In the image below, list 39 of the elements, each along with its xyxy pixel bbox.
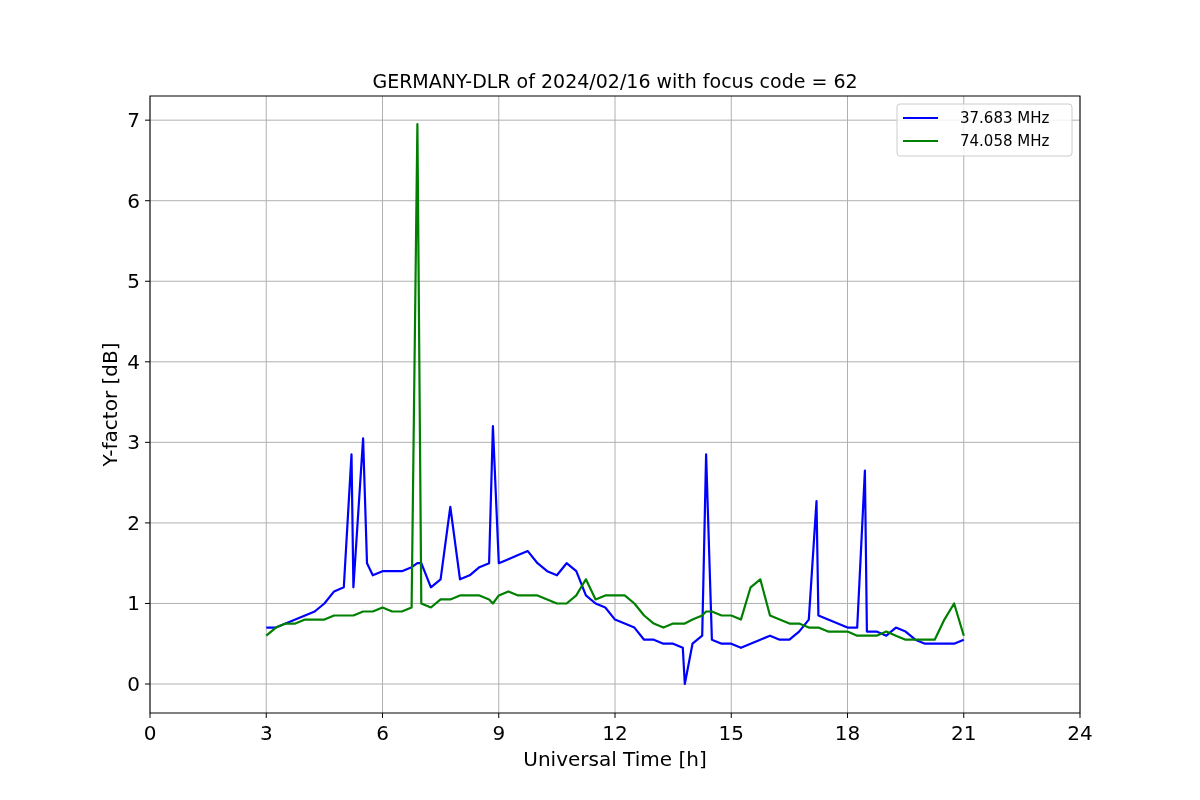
x-axis-label: Universal Time [h] xyxy=(523,747,707,771)
tick-mark xyxy=(963,712,965,719)
tick-label: 12 xyxy=(602,721,628,745)
tick-mark xyxy=(1079,712,1081,719)
tick-label: 21 xyxy=(951,721,977,745)
tick-label: 3 xyxy=(127,430,140,455)
tick-label: 15 xyxy=(718,721,744,745)
tick-mark xyxy=(149,712,151,719)
tick-label: 7 xyxy=(127,108,140,133)
tick-mark xyxy=(144,602,151,604)
tick-label: 2 xyxy=(127,510,140,535)
tick-label: 6 xyxy=(127,188,140,213)
tick-label: 18 xyxy=(834,721,861,745)
tick-label: 6 xyxy=(376,721,389,745)
tick-mark xyxy=(382,712,383,719)
tick-mark xyxy=(265,712,267,719)
tick-mark xyxy=(144,522,151,524)
tick-mark xyxy=(847,712,848,719)
tick-label: 5 xyxy=(127,269,140,294)
tick-mark xyxy=(144,361,151,363)
tick-mark xyxy=(730,712,732,719)
y-axis-label: Y-factor [dB] xyxy=(98,342,122,467)
tick-mark xyxy=(144,280,151,282)
tick-mark xyxy=(144,441,151,443)
legend-label: 37.683 MHz xyxy=(960,109,1050,127)
tick-mark xyxy=(614,712,616,719)
tick-mark xyxy=(144,119,151,121)
tick-label: 3 xyxy=(259,721,273,745)
tick-mark xyxy=(498,712,500,719)
tick-label: 24 xyxy=(1067,721,1093,745)
tick-label: 0 xyxy=(143,721,157,745)
tick-mark xyxy=(144,683,151,685)
tick-label: 4 xyxy=(127,349,140,374)
tick-label: 9 xyxy=(492,721,506,745)
chart-title: GERMANY-DLR of 2024/02/16 with focus code = 62 xyxy=(372,70,858,92)
tick-label: 1 xyxy=(127,591,140,616)
tick-label: 0 xyxy=(127,672,140,696)
tick-mark xyxy=(144,200,151,202)
legend-label: 74.058 MHz xyxy=(960,132,1050,150)
